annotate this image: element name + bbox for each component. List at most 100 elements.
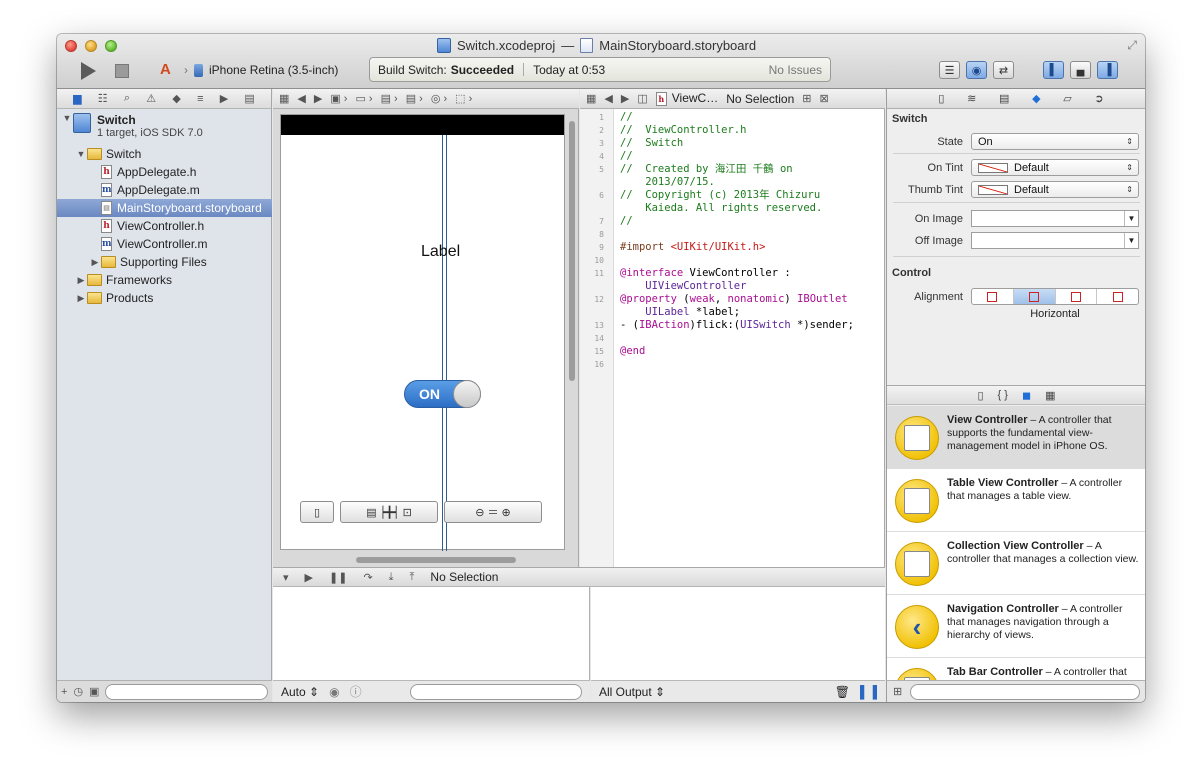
close-window-button[interactable] (65, 40, 77, 52)
code-line[interactable]: UILabel *label; (580, 306, 884, 319)
console-view[interactable] (591, 587, 885, 680)
controller-crumb-icon[interactable]: ◎ › (431, 92, 447, 105)
code-snippet-library-icon[interactable]: { } (998, 389, 1008, 401)
related-items-icon[interactable]: ▦ (586, 92, 596, 105)
file-inspector-icon[interactable]: ▯ (938, 92, 944, 105)
selection-crumb[interactable]: No Selection (726, 92, 794, 106)
tree-item[interactable]: ▼ Switch (57, 145, 272, 163)
stop-button[interactable] (115, 64, 129, 78)
pause-icon[interactable]: ❚❚ (329, 571, 347, 584)
console-output-select[interactable]: All Output ⇕ (599, 685, 665, 699)
source-control-filter-icon[interactable]: ▣ (89, 685, 99, 698)
project-crumb-icon[interactable]: ▣ › (330, 92, 347, 105)
navigator-filter-input[interactable] (105, 683, 268, 700)
horizontal-alignment-control[interactable] (971, 288, 1139, 305)
attributes-inspector-icon[interactable]: ◆ (1032, 92, 1040, 105)
project-row[interactable]: ▼ Switch 1 target, iOS SDK 7.0 (57, 109, 272, 145)
disclosure-closed-icon[interactable]: ▶ (75, 275, 87, 286)
code-line[interactable]: 4 // (580, 150, 884, 163)
eye-icon[interactable]: ◉ (329, 685, 339, 699)
split-view-icon[interactable]: ▌▐ (860, 685, 877, 699)
canvas-vertical-scrollbar[interactable] (569, 121, 575, 381)
code-line[interactable]: UIViewController (580, 280, 884, 293)
disclosure-closed-icon[interactable]: ▶ (89, 257, 101, 268)
counterparts-icon[interactable]: ◫ (637, 92, 647, 105)
ui-label[interactable]: Label (421, 243, 460, 261)
code-line[interactable]: 11 @interface ViewController : (580, 267, 884, 280)
run-button[interactable] (81, 62, 96, 80)
on-image-combo[interactable]: ▼ (971, 210, 1139, 227)
media-library-icon[interactable]: ▦ (1045, 389, 1055, 402)
align-right-icon[interactable] (1056, 289, 1098, 304)
folder-nav-icon[interactable]: ▆ (73, 92, 81, 105)
tree-item[interactable]: ▤ MainStoryboard.storyboard (57, 199, 272, 217)
zoom-window-button[interactable] (105, 40, 117, 52)
version-editor-icon[interactable]: ⇄ (993, 61, 1014, 79)
ui-switch[interactable]: ON (404, 380, 481, 408)
on-tint-popup[interactable]: Default ⇕ (971, 159, 1139, 176)
canvas-horizontal-scrollbar[interactable] (356, 557, 516, 563)
debug-area-toggle-icon[interactable]: ▄ (1070, 61, 1091, 79)
variables-view[interactable] (273, 587, 590, 680)
identity-inspector-icon[interactable]: ▤ (999, 92, 1009, 105)
back-arrow-icon[interactable]: ◀ (604, 92, 612, 105)
header-file-crumb[interactable]: h ViewC… (655, 91, 718, 106)
code-line[interactable]: 12 @property (weak, nonatomic) IBOutlet (580, 293, 884, 306)
navigator-toggle-icon[interactable]: ▌ (1043, 61, 1064, 79)
breakpoint-nav-icon[interactable]: ▶ (220, 92, 228, 105)
tree-item[interactable]: ▶ Supporting Files (57, 253, 272, 271)
folder-crumb-icon[interactable]: ▭ › (355, 92, 372, 105)
code-line[interactable]: 10 (580, 254, 884, 267)
test-nav-icon[interactable]: ◆ (172, 92, 180, 105)
tree-item[interactable]: m AppDelegate.m (57, 181, 272, 199)
code-line[interactable]: 6 // Copyright (c) 2013年 Chizuru (580, 189, 884, 202)
search-nav-icon[interactable]: ⌕ (124, 92, 130, 105)
symbol-nav-icon[interactable]: ☷ (98, 92, 108, 105)
code-lines[interactable]: 1 // 2 // ViewController.h 3 // Switch 4 // 5 // … (580, 111, 884, 371)
forward-arrow-icon[interactable]: ▶ (621, 92, 629, 105)
minimize-window-button[interactable] (85, 40, 97, 52)
fullscreen-icon[interactable]: ⤢ (1127, 38, 1137, 53)
info-icon[interactable]: ⓘ (350, 683, 362, 700)
view-controller-scene[interactable]: Label ON ▯ ▤ ┝╋┥ ⊡ ⊖ ＝ ⊕ (280, 114, 565, 551)
disclosure-open-icon[interactable]: ▼ (75, 149, 87, 159)
tree-item[interactable]: h AppDelegate.h (57, 163, 272, 181)
disclosure-closed-icon[interactable]: ▶ (75, 293, 87, 304)
align-fill-icon[interactable] (1097, 289, 1138, 304)
log-nav-icon[interactable]: ▤ (244, 92, 254, 105)
storyboard-canvas[interactable]: Label ON ▯ ▤ ┝╋┥ ⊡ ⊖ ＝ ⊕ (273, 109, 579, 567)
tree-item[interactable]: ▶ Products (57, 289, 272, 307)
code-line[interactable]: 16 (580, 358, 884, 371)
forward-arrow-icon[interactable]: ▶ (314, 92, 322, 105)
library-item[interactable]: ‹ Navigation Controller – A controller th… (887, 595, 1145, 658)
step-over-icon[interactable]: ↷ (363, 571, 372, 584)
code-line[interactable]: 14 (580, 332, 884, 345)
file-template-library-icon[interactable]: ▯ (977, 389, 983, 402)
code-line[interactable]: 8 (580, 228, 884, 241)
library-item[interactable]: View Controller – A controller that supp… (887, 406, 1145, 469)
assistant-editor-icon[interactable]: ◉ (966, 61, 987, 79)
scene-crumb-icon[interactable]: ▤ › (406, 92, 423, 105)
code-line[interactable]: 15 @end (580, 345, 884, 358)
related-items-icon[interactable]: ▦ (279, 92, 289, 105)
tree-item[interactable]: h ViewController.h (57, 217, 272, 235)
library-item[interactable]: Tab Bar Controller – A controller that m… (887, 658, 1145, 680)
hide-debug-icon[interactable]: ▾ (283, 571, 289, 584)
code-line[interactable]: 1 // (580, 111, 884, 124)
disclosure-open-icon[interactable]: ▼ (61, 113, 73, 123)
storyboard-crumb-icon[interactable]: ▤ › (381, 92, 398, 105)
issue-nav-icon[interactable]: ⚠ (146, 92, 156, 105)
step-out-icon[interactable]: ⤒ (410, 571, 415, 584)
object-library-icon[interactable]: ◼ (1022, 389, 1031, 402)
assistant-code-editor[interactable]: 1 // 2 // ViewController.h 3 // Switch 4 // 5 // … (580, 109, 885, 567)
code-line[interactable]: 13 - (IBAction)flick:(UISwitch *)sender; (580, 319, 884, 332)
library-item[interactable]: Table View Controller – A controller tha… (887, 469, 1145, 532)
add-assistant-icon[interactable]: ⊞ (802, 92, 811, 105)
code-line[interactable]: 9 #import <UIKit/UIKit.h> (580, 241, 884, 254)
back-arrow-icon[interactable]: ◀ (297, 92, 305, 105)
layout-controls[interactable]: ▤ ┝╋┥ ⊡ (340, 501, 438, 523)
trash-icon[interactable]: 🗑 (835, 685, 850, 699)
view-crumb-icon[interactable]: ⬚ › (455, 92, 472, 105)
connections-inspector-icon[interactable]: ➲ (1094, 92, 1103, 105)
add-file-icon[interactable]: + (61, 686, 67, 698)
